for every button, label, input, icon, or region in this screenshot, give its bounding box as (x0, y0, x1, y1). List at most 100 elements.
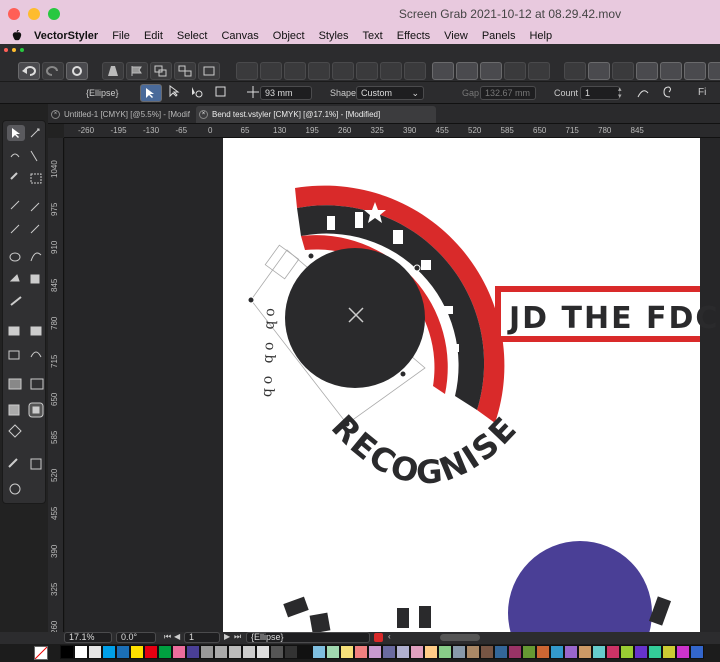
fit-icon[interactable]: Fi (698, 87, 706, 98)
horizontal-scrollbar[interactable] (440, 634, 480, 641)
color-swatch[interactable] (158, 645, 172, 659)
path-direction-icon[interactable] (636, 85, 654, 101)
menu-panels[interactable]: Panels (482, 30, 516, 42)
color-swatch[interactable] (270, 645, 284, 659)
boolean-divide-icon[interactable] (332, 62, 354, 80)
color-swatch[interactable] (200, 645, 214, 659)
color-swatch[interactable] (326, 645, 340, 659)
color-swatch[interactable] (410, 645, 424, 659)
shape-select[interactable]: Custom ⌄ (356, 86, 424, 100)
export-icon[interactable] (564, 62, 586, 80)
artwork[interactable]: JD THE FDCS ob ob ob RECOGNISE (65, 138, 720, 632)
color-swatch[interactable] (396, 645, 410, 659)
first-page-icon[interactable]: ⏮ (164, 632, 171, 642)
color-swatch[interactable] (74, 645, 88, 659)
gap-field[interactable]: 132.67 mm (480, 86, 536, 100)
color-swatch[interactable] (88, 645, 102, 659)
menu-file[interactable]: File (112, 30, 130, 42)
color-swatch[interactable] (312, 645, 326, 659)
boolean-exclude-icon[interactable] (308, 62, 330, 80)
color-swatch[interactable] (564, 645, 578, 659)
drawing-canvas[interactable]: JD THE FDCS ob ob ob RECOGNISE (65, 138, 720, 632)
color-swatch[interactable] (494, 645, 508, 659)
warp-icon[interactable] (504, 62, 526, 80)
prev-page-icon[interactable]: ◀ (174, 632, 180, 641)
perspective-icon[interactable] (102, 62, 124, 80)
color-swatch[interactable] (606, 645, 620, 659)
color-swatch[interactable] (242, 645, 256, 659)
color-swatch[interactable] (298, 645, 312, 659)
frame-icon[interactable] (612, 62, 634, 80)
color-swatch[interactable] (172, 645, 186, 659)
zoom-select[interactable]: 17.1% (64, 632, 112, 643)
boolean-merge-icon[interactable] (380, 62, 402, 80)
color-swatch[interactable] (676, 645, 690, 659)
color-swatch[interactable] (340, 645, 354, 659)
rotation-select[interactable]: 0.0° (116, 632, 156, 643)
color-swatch[interactable] (186, 645, 200, 659)
color-swatch[interactable] (60, 645, 74, 659)
distort-icon[interactable] (456, 62, 478, 80)
color-swatch[interactable] (424, 645, 438, 659)
open-external-icon[interactable] (588, 62, 610, 80)
color-swatch[interactable] (620, 645, 634, 659)
next-page-icon[interactable]: ▶ (224, 632, 230, 641)
arrange-icon[interactable] (198, 62, 220, 80)
color-swatch[interactable] (508, 645, 522, 659)
color-swatch[interactable] (130, 645, 144, 659)
boolean-trim-icon[interactable] (356, 62, 378, 80)
menu-select[interactable]: Select (177, 30, 208, 42)
selected-ellipse[interactable] (285, 248, 425, 388)
error-badge[interactable] (374, 633, 383, 642)
close-tab-icon[interactable]: × (51, 110, 60, 119)
color-swatch[interactable] (690, 645, 704, 659)
color-swatch[interactable] (284, 645, 298, 659)
color-swatch[interactable] (228, 645, 242, 659)
color-swatch[interactable] (438, 645, 452, 659)
close-tab-icon[interactable]: × (199, 110, 208, 119)
group-icon[interactable] (150, 62, 172, 80)
menu-text[interactable]: Text (363, 30, 383, 42)
color-swatch[interactable] (662, 645, 676, 659)
boolean-intersect-icon[interactable] (284, 62, 306, 80)
color-swatch[interactable] (466, 645, 480, 659)
menu-object[interactable]: Object (273, 30, 305, 42)
menu-effects[interactable]: Effects (397, 30, 430, 42)
apple-icon[interactable] (12, 29, 22, 41)
spiral-icon[interactable] (662, 85, 680, 101)
tab-bend-test[interactable]: × Bend test.vstyler [CMYK] [@17.1%] - [Mo… (196, 106, 436, 123)
menu-vectorstyler[interactable]: VectorStyler (34, 30, 98, 42)
color-swatch[interactable] (578, 645, 592, 659)
selection-select[interactable]: {Ellipse} (246, 632, 370, 643)
envelope-icon[interactable] (480, 62, 502, 80)
count-field[interactable]: 1 (580, 86, 620, 100)
menu-canvas[interactable]: Canvas (221, 30, 258, 42)
color-swatch[interactable] (648, 645, 662, 659)
color-swatch[interactable] (354, 645, 368, 659)
color-swatch[interactable] (634, 645, 648, 659)
color-swatch[interactable] (116, 645, 130, 659)
flag-icon[interactable] (126, 62, 148, 80)
select-arrow-icon[interactable] (140, 84, 162, 102)
none-swatch[interactable] (34, 646, 48, 660)
size-field[interactable]: 93 mm (260, 86, 312, 100)
last-page-icon[interactable]: ⏭ (234, 632, 241, 642)
rotate-select-icon[interactable] (190, 85, 208, 101)
ungroup-icon[interactable] (174, 62, 196, 80)
color-swatch[interactable] (452, 645, 466, 659)
color-swatch[interactable] (592, 645, 606, 659)
move-up-icon[interactable] (684, 62, 706, 80)
refresh-button[interactable] (66, 62, 88, 80)
menu-view[interactable]: View (444, 30, 468, 42)
tab-untitled-1[interactable]: × Untitled-1 [CMYK] [@5.5%] - [Modif (48, 106, 192, 123)
menu-edit[interactable]: Edit (144, 30, 163, 42)
send-back-icon[interactable] (660, 62, 682, 80)
color-swatch[interactable] (214, 645, 228, 659)
bring-front-icon[interactable] (636, 62, 658, 80)
color-swatch[interactable] (382, 645, 396, 659)
color-swatch[interactable] (480, 645, 494, 659)
fill-icon[interactable] (528, 62, 550, 80)
move-down-icon[interactable] (708, 62, 720, 80)
count-stepper[interactable]: ▴ ▾ (618, 86, 626, 100)
boolean-subtract-icon[interactable] (260, 62, 282, 80)
